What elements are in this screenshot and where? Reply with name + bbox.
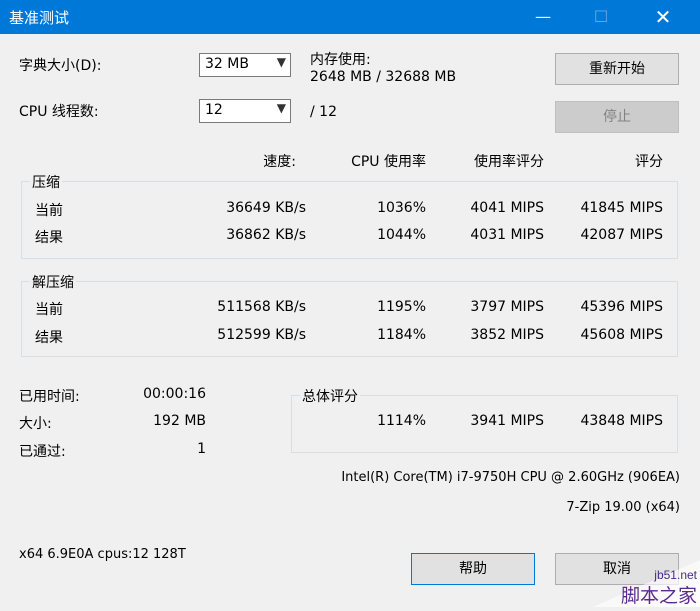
compress-current-usage: 1036%	[377, 200, 426, 216]
decompress-current-rating: 45396 MIPS	[580, 299, 663, 315]
compress-group: 压缩	[21, 172, 678, 259]
site-watermark-logo: jb51.net 脚本之家	[593, 560, 700, 607]
maximize-button[interactable]: ☐	[578, 0, 624, 34]
compress-current-rating: 41845 MIPS	[580, 200, 663, 216]
watermark-graphic: jb51.net 脚本之家	[593, 560, 700, 607]
version-info: 7-Zip 19.00 (x64)	[566, 500, 680, 515]
decompress-title: 解压缩	[30, 272, 76, 292]
help-button[interactable]: 帮助	[411, 553, 535, 585]
cpu-threads-total: / 12	[310, 104, 337, 120]
compress-result-label: 结果	[35, 230, 63, 246]
passes-value: 1	[197, 441, 206, 457]
watermark-name: 脚本之家	[621, 585, 697, 607]
restart-button[interactable]: 重新开始	[555, 53, 679, 85]
decompress-result-rating: 45608 MIPS	[580, 327, 663, 343]
compress-current-rpu: 4041 MIPS	[470, 200, 544, 216]
close-button[interactable]: ✕	[640, 0, 686, 34]
chevron-down-icon: ▼	[276, 55, 286, 69]
decompress-group: 解压缩	[21, 272, 678, 357]
decompress-current-label: 当前	[35, 302, 63, 318]
title-bar: 基准测试 — ☐ ✕	[0, 0, 700, 34]
memory-usage-value: 2648 MB / 32688 MB	[310, 69, 457, 85]
dictionary-size-select[interactable]: 32 MB ▼	[199, 53, 291, 77]
decompress-result-usage: 1184%	[377, 327, 426, 343]
decompress-result-label: 结果	[35, 330, 63, 346]
cpu-threads-select[interactable]: 12 ▼	[199, 99, 291, 123]
decompress-result-speed: 512599 KB/s	[217, 327, 306, 343]
chevron-down-icon: ▼	[276, 101, 286, 115]
compress-current-label: 当前	[35, 203, 63, 219]
cpu-threads-label: CPU 线程数:	[19, 104, 99, 120]
compress-result-speed: 36862 KB/s	[226, 227, 306, 243]
passes-label: 已通过:	[19, 444, 66, 460]
total-rating-title: 总体评分	[300, 386, 360, 406]
header-cpu-usage: CPU 使用率	[351, 154, 426, 170]
header-rating: 评分	[635, 154, 663, 170]
total-rating: 43848 MIPS	[580, 413, 663, 429]
decompress-result-rpu: 3852 MIPS	[470, 327, 544, 343]
window-title: 基准测试	[9, 9, 70, 27]
memory-usage-label: 内存使用:	[310, 52, 371, 68]
cpu-threads-value: 12	[205, 102, 223, 118]
decompress-current-rpu: 3797 MIPS	[470, 299, 544, 315]
decompress-current-usage: 1195%	[377, 299, 426, 315]
compress-result-usage: 1044%	[377, 227, 426, 243]
total-usage: 1114%	[377, 413, 426, 429]
size-value: 192 MB	[153, 413, 206, 429]
compress-result-rpu: 4031 MIPS	[470, 227, 544, 243]
size-label: 大小:	[19, 416, 52, 432]
header-rating-usage: 使用率评分	[474, 154, 544, 170]
elapsed-time-label: 已用时间:	[19, 389, 80, 405]
dictionary-size-label: 字典大小(D):	[19, 58, 102, 74]
system-info: x64 6.9E0A cpus:12 128T	[19, 547, 186, 562]
elapsed-time-value: 00:00:16	[143, 386, 206, 402]
total-rpu: 3941 MIPS	[470, 413, 544, 429]
stop-button[interactable]: 停止	[555, 101, 679, 133]
dictionary-size-value: 32 MB	[205, 56, 249, 72]
watermark-site: jb51.net	[653, 568, 697, 582]
cpu-info: Intel(R) Core(TM) i7-9750H CPU @ 2.60GHz…	[341, 470, 680, 485]
minimize-button[interactable]: —	[520, 0, 566, 34]
compress-current-speed: 36649 KB/s	[226, 200, 306, 216]
compress-title: 压缩	[30, 172, 62, 192]
header-speed: 速度:	[263, 154, 296, 170]
decompress-current-speed: 511568 KB/s	[217, 299, 306, 315]
compress-result-rating: 42087 MIPS	[580, 227, 663, 243]
